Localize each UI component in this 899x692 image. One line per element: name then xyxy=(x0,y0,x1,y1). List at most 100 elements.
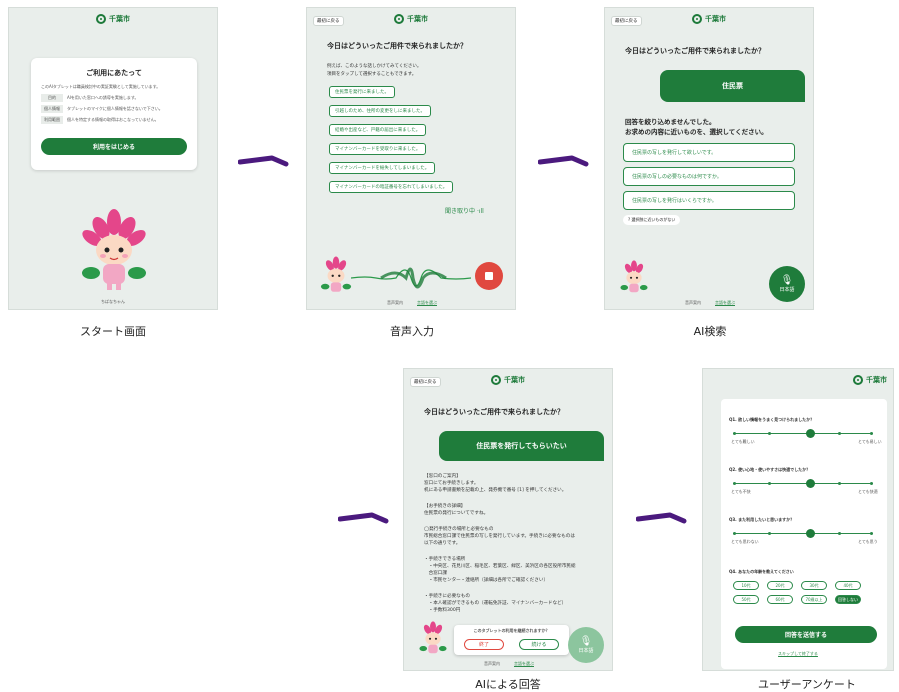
hint-line: 項目をタップして選択することもできます。 xyxy=(327,72,417,77)
rating-slider[interactable] xyxy=(733,529,873,538)
arrow-icon xyxy=(238,155,289,167)
city-logo: 千葉市 xyxy=(853,375,887,385)
city-logo: 千葉市 xyxy=(491,375,525,385)
notice-text: 個人を特定する情報の取得はおこなっていません。 xyxy=(67,117,159,122)
skip-link[interactable]: スキップして終了する xyxy=(703,651,893,657)
continue-dialog: このタブレットの利用を継続されますか？ 終了 続ける xyxy=(454,625,569,655)
age-option[interactable]: 20代 xyxy=(767,581,793,590)
mic-language-label: 日本語 xyxy=(779,286,795,293)
back-to-start-button[interactable]: 最初に戻る xyxy=(611,16,642,26)
rating-slider[interactable] xyxy=(733,479,873,488)
suggestion-option[interactable]: 引越しのため、住所の変更をしに来ました。 xyxy=(329,105,431,117)
mic-button[interactable]: 🎙 日本語 xyxy=(568,627,604,663)
age-option[interactable]: 40代 xyxy=(835,581,861,590)
survey-question: Q2. 使い心地・使いやすさは快適でしたか？ xyxy=(729,467,811,472)
city-logo-icon xyxy=(394,14,404,24)
age-option[interactable]: 10代 xyxy=(733,581,759,590)
footer-voice-guide[interactable]: 音声案内 xyxy=(484,661,500,667)
ai-answer-screen: 最初に戻る 千葉市 今日はどういったご用件で来られましたか？ 住民票を発行しても… xyxy=(403,368,613,671)
caption-start: スタート画面 xyxy=(80,325,146,338)
age-option[interactable]: 70歳以上 xyxy=(801,595,827,604)
answer-line: ・中央区、花見川区、稲毛区、若葉区、緑区、美浜区の各区役所市民総 xyxy=(424,564,576,569)
none-match-button[interactable]: ? 選択肢に近いものがない xyxy=(623,215,681,225)
answer-line: 【お手続きの詳細】 xyxy=(424,504,466,509)
result-message: お求めの内容に近いものを、選択してください。 xyxy=(625,128,768,136)
suggestion-option[interactable]: 住民票を発行に来ました。 xyxy=(329,86,395,98)
answer-line: 合窓口課 xyxy=(424,571,447,576)
arrow-icon xyxy=(636,512,687,524)
notice-row: 利用範囲 個人を特定する情報の取得はおこなっていません。 xyxy=(41,116,159,124)
notice-title: ご利用にあたって xyxy=(86,69,142,77)
slider-knob[interactable] xyxy=(805,429,815,438)
mascot-image xyxy=(320,256,352,292)
age-option[interactable]: 30代 xyxy=(801,581,827,590)
help-icon: ? xyxy=(628,217,631,222)
notice-intro: このAIタブレットは職員検討中の実証実験として実施しています。 xyxy=(41,84,161,89)
city-logo-icon xyxy=(96,14,106,24)
voice-screen: 最初に戻る 千葉市 今日はどういったご用件で来られましたか？ 例えば、このような… xyxy=(306,7,516,310)
answer-line: 机にある申請書類を記載の上、発券機で番号 [1] を押してください。 xyxy=(424,488,567,493)
city-logo: 千葉市 xyxy=(394,14,428,24)
slider-min-label: とても思わない xyxy=(731,539,759,544)
candidate-option[interactable]: 住民票の写しを発行して欲しいです。 xyxy=(623,143,795,162)
slider-max-label: とても思う xyxy=(858,539,878,544)
stop-icon xyxy=(485,272,493,280)
continue-button[interactable]: 続ける xyxy=(519,639,559,650)
hint-line: 例えば、このような話しかけてみてください。 xyxy=(327,64,422,69)
footer-language[interactable]: 言語を選ぶ xyxy=(417,300,437,306)
listening-status: 聞き取り中 ·ıll xyxy=(445,206,484,215)
mascot-image xyxy=(82,209,146,290)
footer-language[interactable]: 言語を選ぶ xyxy=(715,300,735,306)
footer-voice-guide[interactable]: 音声案内 xyxy=(387,300,403,306)
suggestion-option[interactable]: マイナンバーカードを受取りに来ました。 xyxy=(329,143,427,155)
mic-icon: 🎙 xyxy=(579,635,593,647)
rating-slider[interactable] xyxy=(733,429,873,438)
answer-line: 市民総合窓口課で住民票の写しを発行しています。手続きに必要なものは xyxy=(424,534,575,539)
answer-line: 住民票の発行についてですね。 xyxy=(424,511,489,516)
start-button[interactable]: 利用をはじめる xyxy=(41,138,187,155)
stop-button[interactable] xyxy=(475,262,503,290)
answer-line: ・手数料300円 xyxy=(424,608,461,613)
caption-survey: ユーザーアンケート xyxy=(758,678,856,691)
survey-question: Q1. 欲しい情報をうまく見つけられましたか？ xyxy=(729,417,815,422)
caption-ai-search: AI検索 xyxy=(693,325,727,338)
user-query-bubble: 住民票を発行してもらいたい xyxy=(439,431,604,461)
level-icon: ·ıll xyxy=(476,208,484,215)
result-message: 回答を絞り込めませんでした。 xyxy=(625,118,716,126)
city-logo-icon xyxy=(491,375,501,385)
user-query-bubble: 住民票 xyxy=(660,70,805,102)
age-option[interactable]: 60代 xyxy=(767,595,793,604)
caption-ai-answer: AIによる回答 xyxy=(475,678,541,691)
age-option[interactable]: 50代 xyxy=(733,595,759,604)
candidate-option[interactable]: 住民票の写しを発行はいくらですか。 xyxy=(623,191,795,210)
suggestion-option[interactable]: マイナンバーカードの暗証番号を忘れてしまいました。 xyxy=(329,181,454,193)
mic-language-label: 日本語 xyxy=(578,647,594,654)
back-to-start-button[interactable]: 最初に戻る xyxy=(410,377,441,387)
footer-language[interactable]: 言語を選ぶ xyxy=(514,661,534,667)
city-logo-icon xyxy=(692,14,702,24)
answer-line: 【窓口のご案内】 xyxy=(424,474,461,479)
answer-line: ・本人確認ができるもの（運転免許証、マイナンバーカードなど） xyxy=(424,601,567,606)
mascot-image xyxy=(620,260,648,293)
mic-icon: 🎙 xyxy=(780,274,794,286)
slider-knob[interactable] xyxy=(805,479,815,488)
age-question: Q4. あなたの年齢を教えてください xyxy=(729,569,794,574)
submit-survey-button[interactable]: 回答を送信する xyxy=(735,626,877,643)
mic-button[interactable]: 🎙 日本語 xyxy=(769,266,805,302)
suggestion-option[interactable]: 結婚や出産など、戸籍の届出に来ました。 xyxy=(329,124,427,136)
candidate-option[interactable]: 住民票の写しの必要なものは何ですか。 xyxy=(623,167,795,186)
mascot-name: ちばなちゃん xyxy=(101,299,125,304)
notice-text: タブレットのマイクに個人情報を話さないで下さい。 xyxy=(67,106,163,111)
answer-line: ・市民センター・連絡所（詳細は各所でご確認ください） xyxy=(424,578,549,583)
age-option-selected[interactable]: 回答しない xyxy=(835,595,861,604)
footer-voice-guide[interactable]: 音声案内 xyxy=(685,300,701,306)
end-button[interactable]: 終了 xyxy=(464,639,504,650)
start-screen: 千葉市 ご利用にあたって このAIタブレットは職員検討中の実証実験として実施して… xyxy=(8,7,218,310)
slider-knob[interactable] xyxy=(805,529,815,538)
suggestion-option[interactable]: マイナンバーカードを紛失してしまいました。 xyxy=(329,162,436,174)
slider-min-label: とても不快 xyxy=(731,489,751,494)
answer-line: 以下の通りです。 xyxy=(424,541,461,546)
answer-text: 【窓口のご案内】 窓口にてお手続きします。 机にある申請書類を記載の上、発券機で… xyxy=(424,473,609,621)
back-to-start-button[interactable]: 最初に戻る xyxy=(313,16,344,26)
notice-tag: 目的 xyxy=(41,94,63,102)
